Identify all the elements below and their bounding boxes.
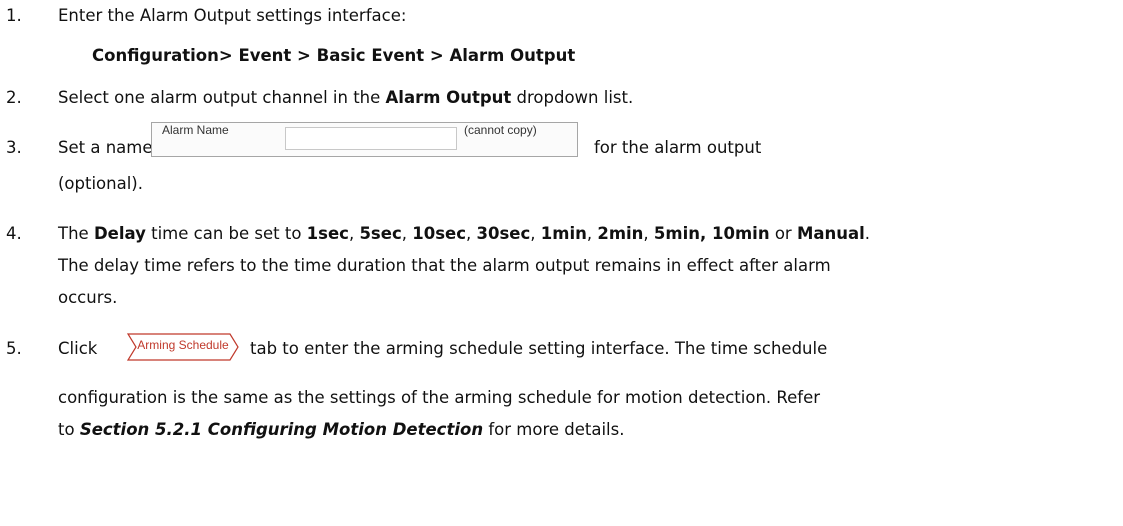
step-text: Enter the Alarm Output settings interfac… (58, 6, 407, 25)
delay-option: 1sec (306, 224, 349, 243)
text-run: to (58, 420, 80, 439)
delay-option: 5min, 10min (653, 224, 770, 243)
text-run: The (58, 224, 94, 243)
text-run: or (769, 224, 797, 243)
ui-term: Delay (93, 224, 146, 243)
delay-option: 10sec (412, 224, 466, 243)
step-number: 2. (6, 88, 22, 107)
arming-schedule-tab-label: Arming Schedule (137, 338, 229, 352)
step-number: 1. (6, 6, 22, 25)
text-run: Select one alarm output channel in the (58, 88, 386, 107)
step-text: Click (58, 339, 98, 358)
text-run: . (864, 224, 871, 243)
step-text: configuration is the same as the setting… (58, 388, 821, 407)
step-text: occurs. (58, 288, 118, 307)
step-text: Select one alarm output channel in the A… (58, 88, 633, 107)
alarm-name-label: Alarm Name (162, 123, 229, 137)
alarm-name-input[interactable] (285, 127, 457, 150)
step-text: for the alarm output (594, 138, 762, 157)
cannot-copy-hint: (cannot copy) (464, 123, 537, 137)
step-text: tab to enter the arming schedule setting… (250, 339, 828, 358)
arming-schedule-tab[interactable]: Arming Schedule (126, 332, 240, 362)
ui-term: Alarm Output (385, 88, 512, 107)
text-run: for more details. (483, 420, 625, 439)
step-number: 5. (6, 339, 22, 358)
text-run: dropdown list. (511, 88, 634, 107)
section-reference: Section 5.2.1 Configuring Motion Detecti… (79, 420, 484, 439)
document-page: 1. Enter the Alarm Output settings inter… (0, 0, 1123, 526)
delay-option: Manual (796, 224, 865, 243)
step-text: The Delay time can be set to 1sec, 5sec,… (58, 224, 871, 243)
step-text: (optional). (58, 174, 143, 193)
alarm-name-widget: Alarm Name (cannot copy) (151, 122, 578, 157)
text-run: time can be set to (145, 224, 307, 243)
delay-option: 5sec (359, 224, 402, 243)
step-text: to Section 5.2.1 Configuring Motion Dete… (58, 420, 624, 439)
step-text: The delay time refers to the time durati… (58, 256, 831, 275)
delay-option: 1min (540, 224, 587, 243)
step-number: 3. (6, 138, 22, 157)
step-number: 4. (6, 224, 22, 243)
delay-option: 2min (597, 224, 644, 243)
delay-option: 30sec (476, 224, 531, 243)
menu-path-text: Configuration> Event > Basic Event > Ala… (92, 46, 576, 65)
